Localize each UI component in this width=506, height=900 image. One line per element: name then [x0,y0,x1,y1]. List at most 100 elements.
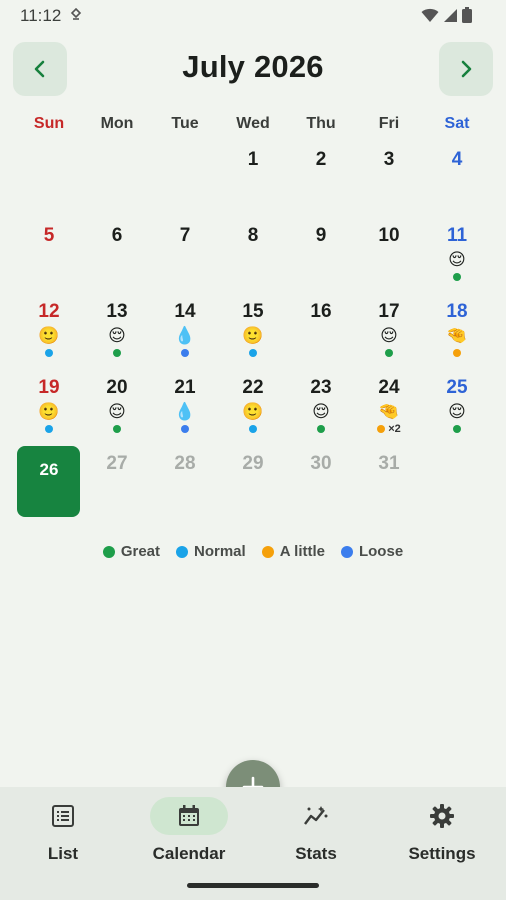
legend-item: Great [102,543,160,560]
entry-dots [83,348,151,358]
legend-item: Normal [176,543,246,560]
day-cell[interactable]: 15 🙂 [219,296,287,372]
day-cell[interactable]: 21 💧 [151,372,219,448]
signal-icon [444,8,457,22]
day-cell[interactable]: 20 😌 [83,372,151,448]
legend-item: Loose [340,543,404,560]
mood-emoji: 😌 [448,250,466,269]
today-highlight [17,446,80,517]
day-cell[interactable]: 28 [151,448,219,524]
day-cell[interactable]: 25 😌 [423,372,491,448]
day-cell[interactable]: 17 😌 [355,296,423,372]
day-cell[interactable]: 4 [423,144,491,220]
entry-dot [45,425,53,433]
day-number: 7 [179,225,191,246]
day-cell[interactable]: 24 🤏 ×2 [355,372,423,448]
mood-emoji: 🙂 [242,326,264,345]
mood-emoji: 😌 [448,402,466,421]
day-number: 10 [378,225,400,246]
day-number: 4 [451,149,463,170]
entry-dots [355,348,423,358]
status-icons [421,7,472,23]
empty-cell [151,144,219,220]
day-cell[interactable]: 11 😌 [423,220,491,296]
entry-dot [377,425,386,433]
legend-item: A little [261,543,325,560]
day-number: 22 [242,377,264,398]
entry-dot [317,425,325,433]
day-number: 11 [446,225,468,246]
list-icon [24,797,102,835]
weekday-label: Mon [100,115,134,132]
day-cell[interactable]: 10 [355,220,423,296]
entry-count: ×2 [388,423,401,435]
empty-cell [83,144,151,220]
entry-dot [453,349,461,357]
day-number: 1 [247,149,259,170]
nav-item-stats[interactable]: Stats [266,797,366,864]
day-cell[interactable]: 16 [287,296,355,372]
day-cell[interactable]: 12 🙂 [15,296,83,372]
day-cell[interactable]: 22 🙂 [219,372,287,448]
day-number: 14 [174,301,196,322]
day-number: 17 [378,301,400,322]
day-cell[interactable]: 6 [83,220,151,296]
mood-emoji: 💧 [174,326,196,345]
day-cell[interactable]: 18 🤏 [423,296,491,372]
day-cell[interactable]: 19 🙂 [15,372,83,448]
mood-emoji: 😌 [108,326,126,345]
day-number: 19 [38,377,60,398]
day-cell[interactable]: 8 [219,220,287,296]
day-cell[interactable]: 14 💧 [151,296,219,372]
entry-dot [453,425,461,433]
day-cell[interactable]: 13 😌 [83,296,151,372]
legend-label: Loose [358,543,404,560]
day-cell[interactable]: 2 [287,144,355,220]
day-number: 30 [310,453,332,474]
day-number: 24 [378,377,400,398]
day-cell[interactable]: 9 [287,220,355,296]
entry-dots [219,424,287,434]
legend-label: Normal [194,543,246,560]
entry-dots [423,272,491,282]
day-number: 9 [315,225,327,246]
nav-item-list[interactable]: List [13,797,113,864]
day-cell[interactable]: 27 [83,448,151,524]
day-number: 2 [315,149,327,170]
day-cell-today[interactable]: 26 [15,446,83,524]
day-cell[interactable]: 5 [15,220,83,296]
day-cell[interactable]: 31 [355,448,423,524]
nav-label-stats: Stats [295,844,337,863]
nav-label-calendar: Calendar [152,844,226,863]
legend-dot [261,545,274,558]
entry-dots [15,348,83,358]
legend-dot [340,545,353,558]
entry-dot [45,349,53,357]
day-number: 25 [446,377,468,398]
nav-label-settings: Settings [408,844,476,863]
day-cell[interactable]: 23 😌 [287,372,355,448]
nav-label-list: List [47,844,79,863]
entry-dots [423,424,491,434]
mood-emoji: 😌 [312,402,330,421]
mood-emoji: 🤏 [446,326,468,345]
next-month-button[interactable] [439,42,493,96]
day-cell[interactable]: 1 [219,144,287,220]
entry-dots [423,348,491,358]
day-cell[interactable]: 30 [287,448,355,524]
entry-dot [249,425,257,433]
day-cell[interactable]: 29 [219,448,287,524]
day-cell[interactable]: 3 [355,144,423,220]
entry-dots: ×2 [355,423,423,435]
mood-emoji: 🙂 [38,326,60,345]
entry-dot [113,349,121,357]
day-cell[interactable]: 7 [151,220,219,296]
legend-dot [102,545,115,558]
nav-item-calendar[interactable]: Calendar [139,797,239,864]
mood-emoji: 🙂 [38,402,60,421]
entry-dots [83,424,151,434]
weekday-header: Sun Mon Tue Wed Thu Fri Sat [15,115,491,133]
weekday-label: Wed [236,115,270,132]
nav-item-settings[interactable]: Settings [392,797,492,864]
day-number: 3 [383,149,395,170]
